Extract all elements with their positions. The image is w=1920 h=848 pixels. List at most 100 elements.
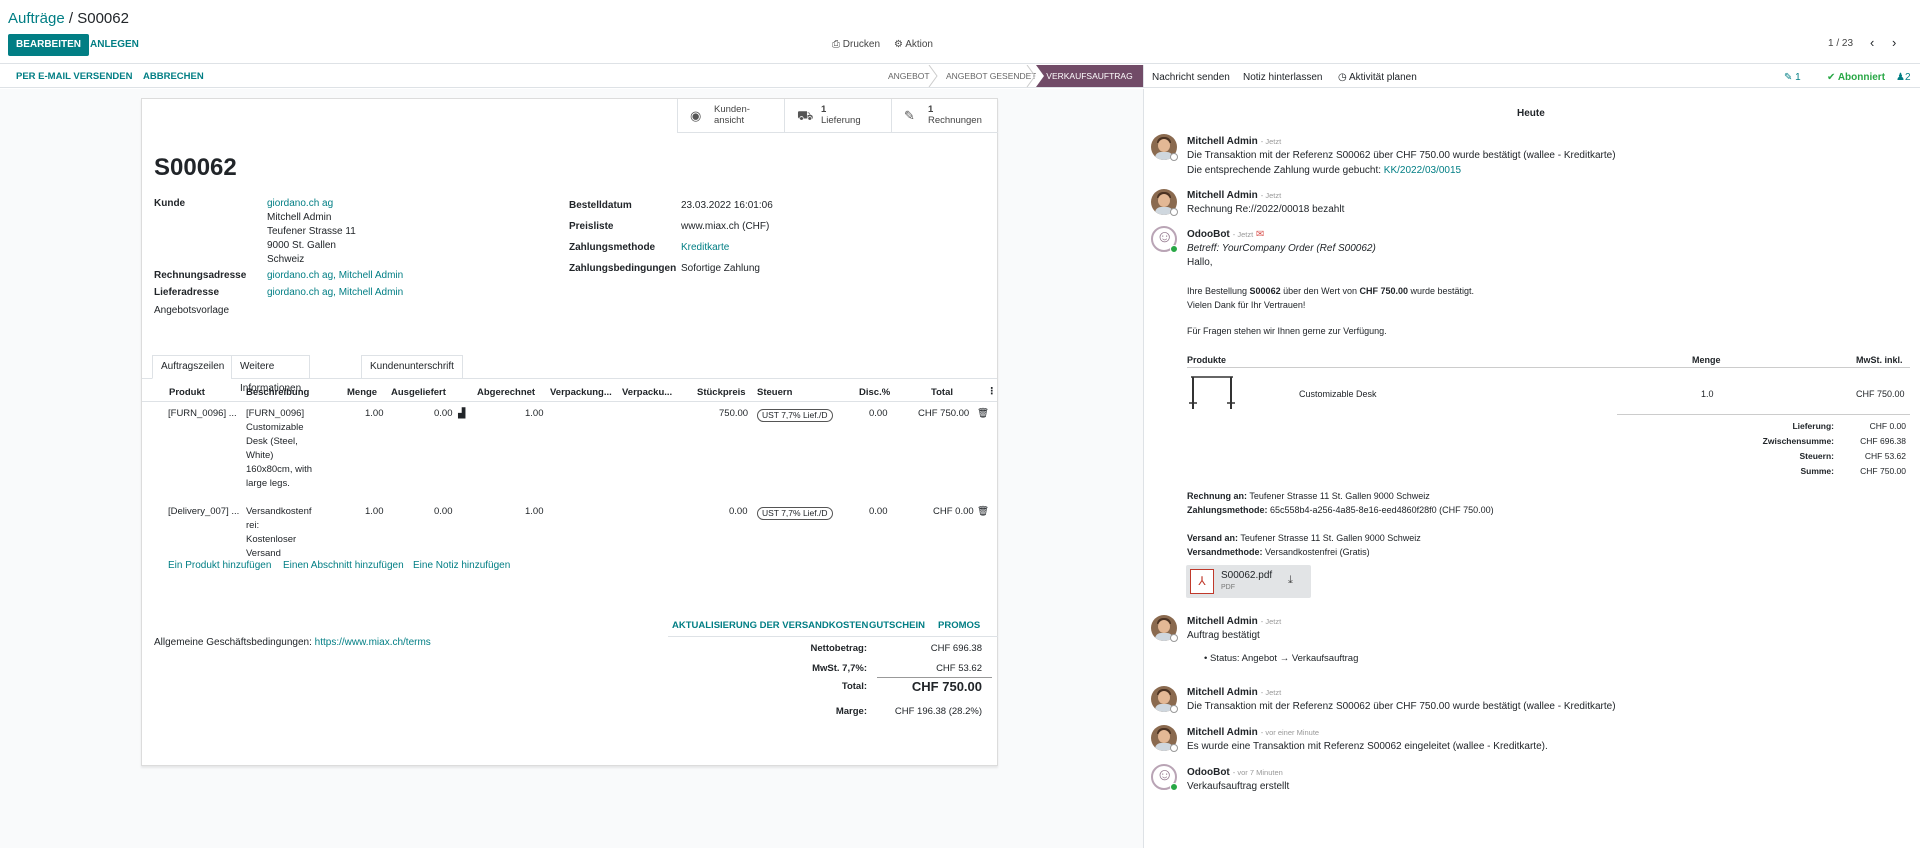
stage-quotation-sent[interactable]: ANGEBOT GESENDET [946, 65, 1037, 87]
attachments-button[interactable]: ✎ 1 [1784, 72, 1801, 83]
breadcrumb-current: S00062 [77, 10, 129, 27]
row-product-link[interactable]: [Delivery_007] ... [168, 505, 239, 519]
untaxed-label: Nettobetrag: [810, 643, 867, 654]
add-note-link[interactable]: Eine Notiz hinzufügen [413, 560, 510, 571]
coupon-button[interactable]: GUTSCHEIN [869, 620, 925, 631]
column-header-taxes[interactable]: Steuern [757, 387, 792, 398]
message-body: Verkaufsauftrag erstellt [1187, 781, 1290, 792]
stage-quotation[interactable]: ANGEBOT [888, 65, 930, 87]
column-header-packaging[interactable]: Verpackung... [550, 387, 612, 398]
row-product-link[interactable]: [FURN_0096] ... [168, 407, 237, 421]
log-note-button[interactable]: Notiz hinterlassen [1243, 72, 1322, 83]
send-by-email-button[interactable]: PER E-MAIL VERSENDEN [16, 71, 132, 82]
tab-customer-signature[interactable]: Kundenunterschrift [361, 355, 463, 379]
forecast-chart-icon[interactable]: ▟ [458, 407, 465, 421]
schedule-activity-label: Aktivität planen [1348, 72, 1417, 83]
cancel-order-button[interactable]: ABBRECHEN [143, 71, 204, 82]
followers-button[interactable]: ♟2 [1896, 72, 1911, 83]
message-author[interactable]: Mitchell Admin - Jetzt [1187, 190, 1281, 201]
sum-value: CHF 750.00 [1860, 466, 1906, 476]
breadcrumb: Aufträge / S00062 [8, 10, 129, 27]
customer-preview-button[interactable]: ◉ Kunden-ansicht [677, 99, 784, 133]
update-shipping-button[interactable]: AKTUALISIERUNG DER VERSANDKOSTEN [672, 620, 868, 631]
column-header-description[interactable]: Beschreibung [246, 387, 309, 398]
form-sheet: ◉ Kunden-ansicht ⛟ 1 Lieferung ✎ 1 Rechnun… [141, 98, 998, 766]
trash-icon[interactable]: 🗑 [977, 505, 989, 519]
message-author[interactable]: Mitchell Admin - Jetzt [1187, 136, 1281, 147]
edit-icon: ✎ [904, 108, 915, 123]
terms-link[interactable]: https://www.miax.ch/terms [315, 637, 431, 648]
user-icon: ♟ [1896, 72, 1905, 83]
customer-address-line: Schweiz [267, 254, 305, 265]
email-body: Vielen Dank für Ihr Vertrauen! [1187, 300, 1306, 310]
column-options-icon[interactable]: ⋮ [987, 386, 997, 397]
paperclip-icon: ✎ [1784, 72, 1793, 83]
pager-value[interactable]: 1 / 23 [1828, 38, 1853, 49]
row-quantity: 1.00 [365, 408, 384, 419]
chevron-right-icon[interactable]: › [1892, 35, 1896, 50]
column-header-discount[interactable]: Disc.% [859, 387, 890, 398]
pdf-icon: ⅄ [1190, 569, 1214, 594]
customer-label: Kunde [154, 198, 186, 209]
download-icon[interactable]: ⤓ [1288, 574, 1293, 587]
message-author[interactable]: Mitchell Admin - Jetzt [1187, 687, 1281, 698]
email-product-name: Customizable Desk [1299, 389, 1377, 399]
status-bar: PER E-MAIL VERSENDEN ABBRECHEN ANGEBOT A… [0, 65, 1143, 88]
add-product-link[interactable]: Ein Produkt hinzufügen [168, 560, 271, 571]
action-menu-button[interactable]: ⚙ Aktion [894, 39, 933, 50]
row-delivered: 0.00 [434, 506, 453, 517]
breadcrumb-parent-link[interactable]: Aufträge [8, 10, 65, 27]
create-button[interactable]: ANLEGEN [84, 34, 145, 56]
payment-terms-value: Sofortige Zahlung [681, 263, 760, 274]
print-menu-button[interactable]: ⎙ Drucken [832, 39, 880, 50]
column-header-unit-price[interactable]: Stückpreis [697, 387, 746, 398]
customer-link[interactable]: giordano.ch ag [267, 198, 333, 209]
total-divider [877, 677, 992, 678]
smart-button-text: Kunden-ansicht [714, 104, 750, 126]
tab-order-lines[interactable]: Auftragszeilen [152, 355, 234, 379]
column-header-product[interactable]: Produkt [169, 387, 205, 398]
delivery-smart-button[interactable]: ⛟ 1 Lieferung [784, 99, 891, 133]
payment-method-link[interactable]: Kreditkarte [681, 242, 729, 253]
status-indicator [1170, 208, 1178, 216]
message-author[interactable]: OdooBot - vor 7 Minuten [1187, 767, 1283, 778]
stage-sales-order[interactable]: VERKAUFSAUFTRAG [1036, 65, 1143, 87]
customer-address-line: Teufener Strasse 11 [267, 226, 356, 237]
followers-count: 2 [1904, 72, 1911, 83]
follow-button[interactable]: ✔ Abonniert [1827, 72, 1885, 83]
margin-value: CHF 196.38 (28.2%) [894, 706, 982, 717]
email-sum-divider [1617, 414, 1910, 415]
tab-other-info[interactable]: Weitere Informationen [231, 355, 311, 394]
promotions-button[interactable]: PROMOS [938, 620, 980, 631]
email-product-qty: 1.0 [1701, 389, 1714, 399]
message-author[interactable]: Mitchell Admin - Jetzt [1187, 616, 1281, 627]
invoice-address-label: Rechnungsadresse [154, 270, 247, 281]
column-header-packaging-qty[interactable]: Verpacku... [622, 387, 672, 398]
message-author[interactable]: OdooBot - Jetzt ✉ [1187, 229, 1264, 240]
delivery-address-link[interactable]: giordano.ch ag, Mitchell Admin [267, 287, 403, 298]
message-body: Die Transaktion mit der Referenz S00062 … [1187, 701, 1616, 712]
invoice-address-link[interactable]: giordano.ch ag, Mitchell Admin [267, 270, 403, 281]
message-body: Die Transaktion mit der Referenz S00062 … [1187, 150, 1616, 161]
sum-label: Summe: [1800, 466, 1834, 476]
column-header-invoiced[interactable]: Abgerechnet [477, 387, 535, 398]
email-shipping-method: Versandmethode: Versandkostenfrei (Grati… [1187, 547, 1370, 557]
send-message-button[interactable]: Nachricht senden [1152, 72, 1230, 83]
message-author[interactable]: Mitchell Admin - vor einer Minute [1187, 727, 1319, 738]
attachment-card[interactable]: ⅄ S00062.pdf PDF ⤓ [1186, 565, 1311, 598]
invoices-smart-button[interactable]: ✎ 1 Rechnungen [891, 99, 998, 133]
attachments-count: 1 [1795, 72, 1801, 83]
column-header-total[interactable]: Total [931, 387, 953, 398]
row-unit-price: 0.00 [729, 506, 748, 517]
payment-link[interactable]: KK/2022/03/0015 [1384, 165, 1461, 176]
envelope-icon: ✉ [1255, 229, 1265, 240]
column-header-delivered[interactable]: Ausgeliefert [391, 387, 446, 398]
email-table-divider [1187, 367, 1910, 368]
attachment-type: PDF [1221, 584, 1235, 591]
trash-icon[interactable]: 🗑 [977, 407, 989, 421]
schedule-activity-button[interactable]: ◷ Aktivität planen [1338, 72, 1417, 83]
edit-button[interactable]: BEARBEITEN [8, 34, 90, 56]
chevron-left-icon[interactable]: ‹ [1870, 35, 1874, 50]
add-section-link[interactable]: Einen Abschnitt hinzufügen [283, 560, 404, 571]
column-header-quantity[interactable]: Menge [347, 387, 377, 398]
